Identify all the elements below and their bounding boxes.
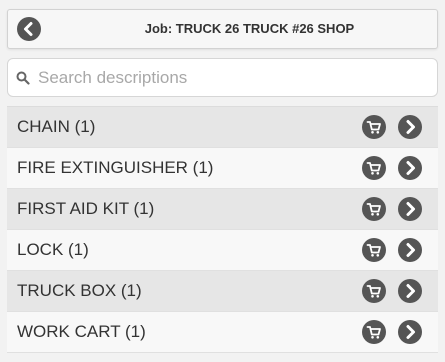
chevron-left-icon: [24, 22, 33, 36]
cart-icon: [366, 285, 381, 298]
search-box: [7, 58, 438, 97]
chevron-right-icon: [406, 325, 415, 339]
search-input[interactable]: [38, 62, 430, 93]
header-bar: Job: TRUCK 26 TRUCK #26 SHOP: [7, 9, 438, 49]
list-item[interactable]: CHAIN (1): [7, 107, 438, 148]
list-item-label: LOCK (1): [17, 240, 89, 259]
open-item-button[interactable]: [398, 115, 422, 139]
add-to-cart-button[interactable]: [362, 279, 386, 303]
add-to-cart-button[interactable]: [362, 320, 386, 344]
list-item[interactable]: FIRST AID KIT (1): [7, 189, 438, 230]
chevron-right-icon: [406, 120, 415, 134]
list-item-label: FIRST AID KIT (1): [17, 199, 155, 218]
open-item-button[interactable]: [398, 156, 422, 180]
item-list: CHAIN (1) FIRE EXTINGUISHER (1) FIRST AI…: [7, 106, 438, 353]
cart-icon: [366, 121, 381, 134]
chevron-right-icon: [406, 284, 415, 298]
open-item-button[interactable]: [398, 279, 422, 303]
chevron-right-icon: [406, 202, 415, 216]
list-item[interactable]: WORK CART (1): [7, 312, 438, 353]
add-to-cart-button[interactable]: [362, 156, 386, 180]
list-item-label: WORK CART (1): [17, 322, 146, 341]
add-to-cart-button[interactable]: [362, 197, 386, 221]
open-item-button[interactable]: [398, 320, 422, 344]
cart-icon: [366, 244, 381, 257]
chevron-right-icon: [406, 161, 415, 175]
list-item-label: CHAIN (1): [17, 117, 96, 136]
cart-icon: [366, 326, 381, 339]
cart-icon: [366, 162, 381, 175]
search-icon: [16, 71, 30, 85]
back-button[interactable]: [17, 17, 41, 41]
list-item[interactable]: TRUCK BOX (1): [7, 271, 438, 312]
page-title: Job: TRUCK 26 TRUCK #26 SHOP: [144, 21, 355, 36]
chevron-right-icon: [406, 243, 415, 257]
add-to-cart-button[interactable]: [362, 115, 386, 139]
list-item-label: FIRE EXTINGUISHER (1): [17, 158, 214, 177]
add-to-cart-button[interactable]: [362, 238, 386, 262]
list-item[interactable]: LOCK (1): [7, 230, 438, 271]
open-item-button[interactable]: [398, 197, 422, 221]
list-item[interactable]: FIRE EXTINGUISHER (1): [7, 148, 438, 189]
list-item-label: TRUCK BOX (1): [17, 281, 142, 300]
cart-icon: [366, 203, 381, 216]
open-item-button[interactable]: [398, 238, 422, 262]
